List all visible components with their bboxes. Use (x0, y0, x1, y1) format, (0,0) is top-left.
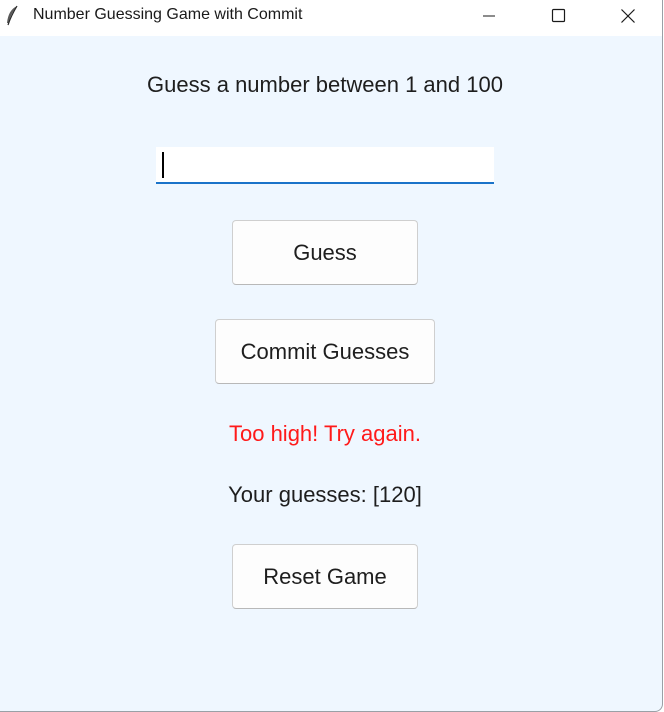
guess-input[interactable] (156, 147, 494, 184)
commit-guesses-button[interactable]: Commit Guesses (215, 319, 435, 384)
maximize-icon (550, 8, 566, 24)
guesses-list-label: Your guesses: [120] (228, 482, 422, 507)
title-bar[interactable]: Number Guessing Game with Commit (0, 0, 662, 36)
minimize-icon (481, 8, 497, 24)
guess-button[interactable]: Guess (232, 220, 418, 285)
minimize-button[interactable] (454, 0, 524, 32)
prompt-label: Guess a number between 1 and 100 (147, 72, 503, 97)
game-panel: Guess a number between 1 and 100 Guess C… (0, 36, 662, 711)
feather-icon (4, 5, 20, 27)
status-message: Too high! Try again. (228, 421, 421, 446)
text-caret (162, 152, 164, 178)
maximize-button[interactable] (523, 0, 593, 32)
reset-game-button[interactable]: Reset Game (232, 544, 418, 609)
close-button[interactable] (593, 0, 662, 32)
app-window: Number Guessing Game with Commit Guess a… (0, 0, 663, 712)
close-icon (620, 8, 636, 24)
window-title: Number Guessing Game with Commit (33, 6, 303, 23)
